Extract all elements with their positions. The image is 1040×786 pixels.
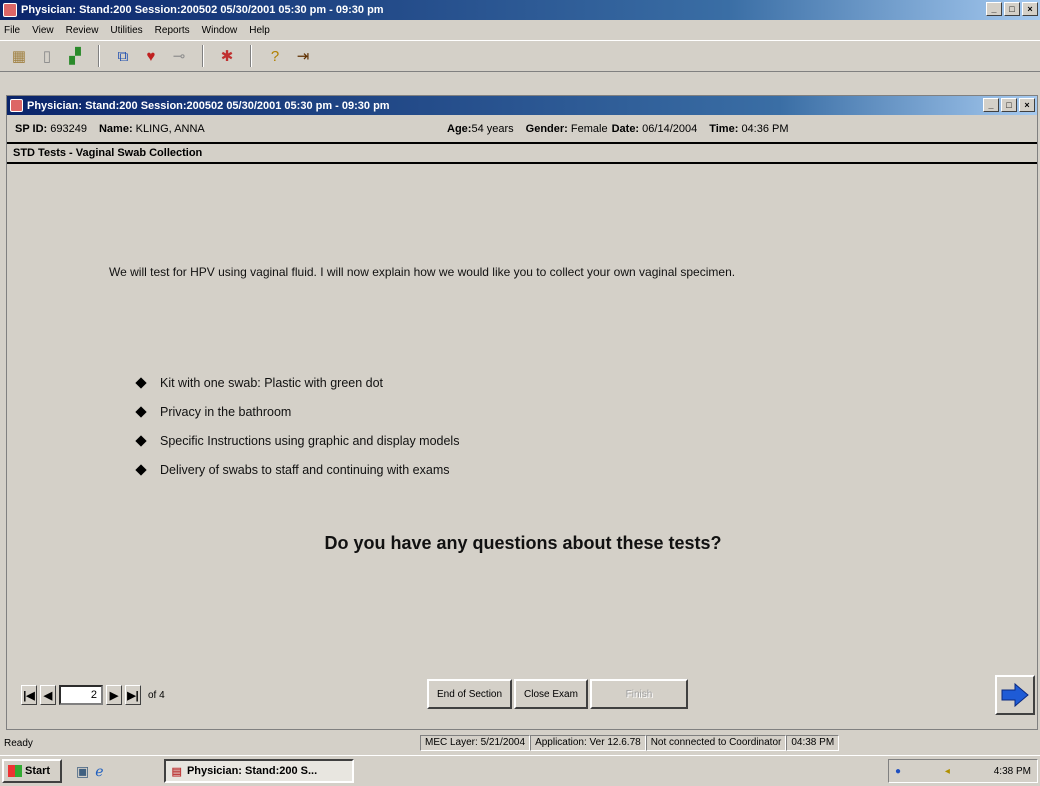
page-navigation: |◀ ◀ 2 ▶ ▶| of 4 End of Section Close Ex… <box>7 671 1037 731</box>
date-value: 06/14/2004 <box>642 123 698 135</box>
status-bar: Ready MEC Layer: 5/21/2004 Application: … <box>0 733 1040 753</box>
status-mec-layer: MEC Layer: 5/21/2004 <box>420 735 531 751</box>
time-value: 04:36 PM <box>741 123 789 135</box>
date-label: Date: <box>611 123 640 135</box>
age-value: 54 years <box>471 123 514 135</box>
child-minimize-button[interactable]: _ <box>983 98 999 112</box>
page-count: of 4 <box>148 689 165 701</box>
intro-text: We will test for HPV using vaginal fluid… <box>109 265 736 279</box>
name-label: Name: <box>98 123 133 135</box>
exam-window-icon <box>10 99 23 112</box>
tray-volume-icon[interactable]: ◂ <box>945 766 950 777</box>
list-item-text: Kit with one swab: Plastic with green do… <box>160 375 384 390</box>
document-icon[interactable]: ▯ <box>36 45 58 67</box>
taskbar-physician-app[interactable]: ▤ Physician: Stand:200 S... <box>163 759 354 783</box>
taskbar-task-label: Physician: Stand:200 S... <box>186 765 318 777</box>
exam-window: Physician: Stand:200 Session:200502 05/3… <box>6 95 1038 730</box>
list-item: Delivery of swabs to staff and continuin… <box>135 455 459 484</box>
first-page-button[interactable]: |◀ <box>21 685 37 705</box>
end-of-section-button[interactable]: End of Section <box>427 679 513 709</box>
tray-network-icon[interactable]: ● <box>895 766 901 777</box>
list-item: Specific Instructions using graphic and … <box>135 426 460 455</box>
start-button[interactable]: Start <box>2 759 62 783</box>
menu-view[interactable]: View <box>32 25 54 36</box>
taskbar: Start ▣ ℯ ▤ Physician: Stand:200 S... ● … <box>0 755 1040 786</box>
close-exam-button[interactable]: Close Exam <box>514 679 588 709</box>
last-page-button[interactable]: ▶| <box>125 685 141 705</box>
maximize-button[interactable]: □ <box>1004 2 1020 16</box>
gender-value: Female <box>570 123 608 135</box>
status-coordinator: Not connected to Coordinator <box>645 735 787 751</box>
exam-window-titlebar: Physician: Stand:200 Session:200502 05/3… <box>7 96 1037 115</box>
stethoscope-icon[interactable]: ⊸ <box>168 45 190 67</box>
finish-button[interactable]: Finish <box>589 679 688 709</box>
tray-clock: 4:38 PM <box>993 765 1031 777</box>
bullet-icon <box>135 376 147 389</box>
system-tray: ● ◂ 4:38 PM <box>888 759 1038 783</box>
start-label: Start <box>25 765 51 777</box>
child-close-button[interactable]: × <box>1019 98 1035 112</box>
list-item: Kit with one swab: Plastic with green do… <box>135 368 459 397</box>
network-icon[interactable]: ⧉ <box>112 45 134 67</box>
bullet-icon <box>135 434 147 447</box>
close-button[interactable]: × <box>1022 2 1038 16</box>
windows-logo-icon <box>8 765 22 777</box>
app-window-icon: ▤ <box>171 765 182 778</box>
list-item-text: Privacy in the bathroom <box>160 404 292 419</box>
menu-help[interactable]: Help <box>249 25 270 36</box>
app-icon <box>3 3 17 17</box>
question-prompt: Do you have any questions about these te… <box>324 533 722 553</box>
status-app-version: Application: Ver 12.6.78 <box>530 735 646 751</box>
app-title: Physician: Stand:200 Session:200502 05/3… <box>21 4 384 16</box>
next-page-button[interactable]: ▶ <box>106 685 122 705</box>
instruction-list: Kit with one swab: Plastic with green do… <box>135 368 460 484</box>
menu-reports[interactable]: Reports <box>155 25 190 36</box>
right-arrow-icon <box>1001 682 1029 708</box>
sp-id-value: 693249 <box>50 123 87 135</box>
chart-icon[interactable]: ▞ <box>64 45 86 67</box>
gender-label: Gender: <box>525 123 568 135</box>
page-number-input[interactable]: 2 <box>59 685 103 705</box>
menu-window[interactable]: Window <box>202 25 238 36</box>
minimize-button[interactable]: _ <box>986 2 1002 16</box>
bullet-icon <box>135 463 147 476</box>
people-icon[interactable]: ✱ <box>216 45 238 67</box>
exit-door-icon[interactable]: ⇥ <box>292 45 314 67</box>
exam-window-title: Physician: Stand:200 Session:200502 05/3… <box>27 99 390 112</box>
heart-icon[interactable]: ♥ <box>140 45 162 67</box>
folder-icon[interactable]: ▦ <box>8 45 30 67</box>
toolbar: ▦ ▯ ▞ ⧉ ♥ ⊸ ✱ ? ⇥ <box>0 40 1040 72</box>
internet-explorer-icon[interactable]: ℯ <box>95 763 103 780</box>
menu-review[interactable]: Review <box>66 25 99 36</box>
status-time: 04:38 PM <box>786 735 840 751</box>
list-item-text: Specific Instructions using graphic and … <box>160 433 460 448</box>
next-arrow-button[interactable] <box>995 675 1035 715</box>
sp-id-label: SP ID: <box>15 123 48 135</box>
menu-file[interactable]: File <box>4 25 20 36</box>
bullet-icon <box>135 405 147 418</box>
child-restore-button[interactable]: □ <box>1001 98 1017 112</box>
prev-page-button[interactable]: ◀ <box>40 685 56 705</box>
list-item-text: Delivery of swabs to staff and continuin… <box>160 462 450 477</box>
help-icon[interactable]: ? <box>264 45 286 67</box>
menu-bar: File View Review Utilities Reports Windo… <box>0 20 1040 40</box>
status-ready: Ready <box>4 737 33 749</box>
app-titlebar: Physician: Stand:200 Session:200502 05/3… <box>0 0 1040 20</box>
list-item: Privacy in the bathroom <box>135 397 459 426</box>
time-label: Time: <box>709 123 739 135</box>
name-value: KLING, ANNA <box>135 123 205 135</box>
patient-info-bar: SP ID: 693249 Name: KLING, ANNA Age: 54 … <box>7 116 1037 142</box>
desktop-icon[interactable]: ▣ <box>76 763 89 780</box>
age-label: Age: <box>447 123 472 135</box>
section-title: STD Tests - Vaginal Swab Collection <box>7 142 1037 164</box>
menu-utilities[interactable]: Utilities <box>110 25 142 36</box>
